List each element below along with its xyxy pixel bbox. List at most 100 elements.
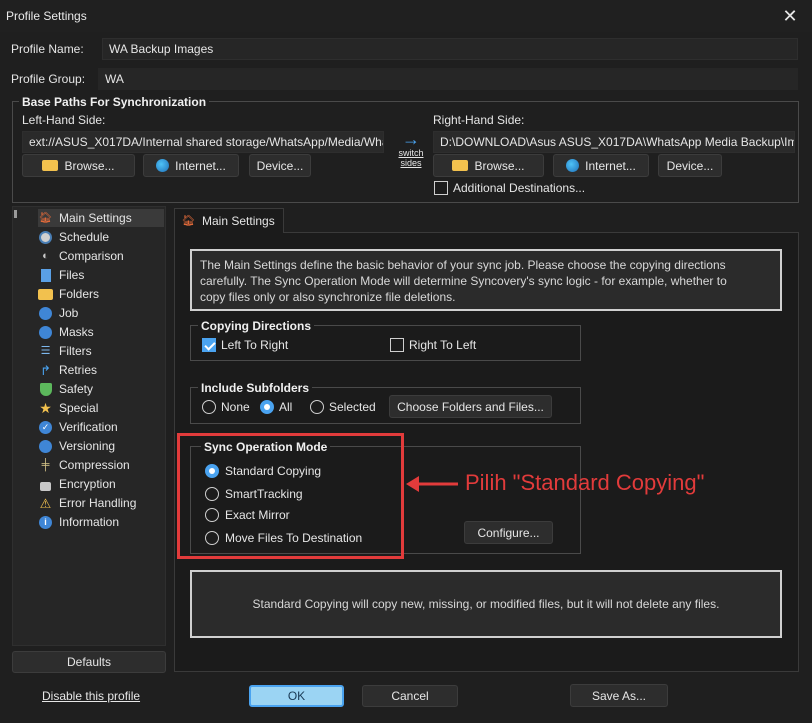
star-icon: ★ bbox=[39, 400, 52, 416]
defaults-button[interactable]: Defaults bbox=[12, 651, 166, 673]
profile-group-input[interactable]: WA bbox=[98, 68, 798, 90]
right-side-label: Right-Hand Side: bbox=[433, 113, 525, 127]
right-to-left-checkbox[interactable]: Right To Left bbox=[390, 338, 476, 352]
cancel-button[interactable]: Cancel bbox=[362, 685, 458, 707]
info-line: copy files only or also synchronize file… bbox=[200, 290, 456, 304]
configure-button[interactable]: Configure... bbox=[464, 521, 553, 544]
sidebar-item-schedule[interactable]: Schedule bbox=[38, 228, 109, 246]
switch-sides-button[interactable]: → switch sides bbox=[396, 130, 426, 176]
home-icon: 🏠︎ bbox=[181, 214, 196, 227]
right-device-button[interactable]: Device... bbox=[658, 154, 722, 177]
choose-folders-button[interactable]: Choose Folders and Files... bbox=[389, 395, 552, 418]
subfolders-selected-label: Selected bbox=[329, 400, 376, 414]
sidebar-item-error-handling[interactable]: ⚠ Error Handling bbox=[38, 494, 137, 512]
close-icon[interactable]: ✕ bbox=[779, 5, 801, 27]
sidebar-item-information[interactable]: i Information bbox=[38, 513, 119, 531]
sidebar-item-files[interactable]: Files bbox=[38, 266, 84, 284]
ok-button[interactable]: OK bbox=[249, 685, 344, 707]
subfolders-selected-radio[interactable]: Selected bbox=[310, 400, 376, 414]
info-line: The Main Settings define the basic behav… bbox=[200, 258, 726, 272]
right-internet-button[interactable]: Internet... bbox=[553, 154, 649, 177]
checkbox-box[interactable] bbox=[390, 338, 404, 352]
info-icon: i bbox=[38, 515, 53, 530]
copying-directions-title: Copying Directions bbox=[198, 319, 315, 333]
left-browse-button[interactable]: Browse... bbox=[22, 154, 135, 177]
sides-label: sides bbox=[400, 158, 422, 168]
sidebar-item-label: Retries bbox=[59, 363, 98, 377]
sidebar-item-masks[interactable]: Masks bbox=[38, 323, 94, 341]
left-internet-button[interactable]: Internet... bbox=[143, 154, 239, 177]
save-as-button[interactable]: Save As... bbox=[570, 684, 668, 707]
globe-icon bbox=[156, 159, 170, 172]
retries-icon: ↱ bbox=[40, 362, 51, 378]
subfolders-all-radio[interactable]: All bbox=[260, 400, 292, 414]
sidebar-item-label: Folders bbox=[59, 287, 100, 301]
left-side-label: Left-Hand Side: bbox=[22, 113, 106, 127]
tab-main-settings[interactable]: 🏠︎ Main Settings bbox=[174, 208, 284, 233]
subfolders-none-label: None bbox=[221, 400, 250, 414]
compression-icon: ╪ bbox=[41, 458, 50, 471]
sidebar-item-compression[interactable]: ╪ Compression bbox=[38, 456, 130, 474]
sidebar-item-filters[interactable]: ☰ Filters bbox=[38, 342, 92, 360]
sidebar-item-label: Compression bbox=[59, 458, 130, 472]
sidebar-item-safety[interactable]: Safety bbox=[38, 380, 93, 398]
sidebar-item-label: Information bbox=[59, 515, 120, 529]
tab-label: Main Settings bbox=[202, 214, 275, 228]
profile-group-label: Profile Group: bbox=[11, 72, 86, 86]
left-to-right-checkbox[interactable]: Left To Right bbox=[202, 338, 288, 352]
highlight-box bbox=[177, 433, 404, 559]
sidebar-item-label: Job bbox=[59, 306, 79, 320]
job-icon bbox=[38, 306, 53, 321]
folder-icon bbox=[42, 160, 59, 171]
left-device-button[interactable]: Device... bbox=[249, 154, 311, 177]
title-bar bbox=[0, 0, 812, 32]
sidebar-item-folders[interactable]: Folders bbox=[38, 285, 99, 303]
sidebar-item-versioning[interactable]: Versioning bbox=[38, 437, 115, 455]
sidebar-item-job[interactable]: Job bbox=[38, 304, 78, 322]
sidebar-item-label: Comparison bbox=[59, 249, 124, 263]
sidebar-item-encryption[interactable]: Encryption bbox=[38, 475, 116, 493]
left-path-input[interactable]: ext://ASUS_X017DA/Internal shared storag… bbox=[22, 131, 384, 153]
left-to-right-label: Left To Right bbox=[221, 338, 289, 352]
radio-circle[interactable] bbox=[310, 400, 324, 414]
sidebar-item-special[interactable]: ★ Special bbox=[38, 399, 98, 417]
check-icon: ✓ bbox=[38, 420, 53, 435]
sidebar-item-label: Error Handling bbox=[59, 496, 137, 510]
window-title: Profile Settings bbox=[6, 9, 87, 23]
mode-description-box: Standard Copying will copy new, missing,… bbox=[190, 570, 782, 638]
sidebar-item-label: Encryption bbox=[59, 477, 116, 491]
annotation-arrow-icon bbox=[406, 476, 458, 492]
sidebar-item-retries[interactable]: ↱ Retries bbox=[38, 361, 97, 379]
clock-icon bbox=[38, 230, 53, 245]
arrow-right-icon: → bbox=[402, 129, 420, 149]
sidebar-item-label: Versioning bbox=[59, 439, 116, 453]
right-browse-button[interactable]: Browse... bbox=[433, 154, 544, 177]
left-internet-label: Internet... bbox=[175, 158, 226, 173]
folder-icon bbox=[38, 287, 53, 302]
sidebar-item-main-settings[interactable]: 🏠︎ Main Settings bbox=[38, 209, 164, 227]
home-icon: 🏠︎ bbox=[38, 211, 53, 224]
subfolders-none-radio[interactable]: None bbox=[202, 400, 250, 414]
checkbox-box[interactable] bbox=[202, 338, 216, 352]
include-subfolders-title: Include Subfolders bbox=[198, 381, 313, 395]
shield-icon bbox=[38, 382, 53, 397]
additional-destinations-label: Additional Destinations... bbox=[453, 181, 586, 195]
right-browse-label: Browse... bbox=[474, 158, 525, 173]
checkbox-box[interactable] bbox=[434, 181, 448, 195]
right-internet-label: Internet... bbox=[585, 158, 636, 173]
switch-label: switch bbox=[398, 148, 424, 158]
additional-destinations-checkbox[interactable]: Additional Destinations... bbox=[434, 181, 585, 195]
disable-profile-link[interactable]: Disable this profile bbox=[42, 689, 140, 703]
sidebar-item-label: Schedule bbox=[59, 230, 110, 244]
filters-icon: ☰ bbox=[40, 344, 51, 357]
radio-circle[interactable] bbox=[260, 400, 274, 414]
sidebar-item-verification[interactable]: ✓ Verification bbox=[38, 418, 118, 436]
sidebar-item-label: Files bbox=[59, 268, 85, 282]
radio-circle[interactable] bbox=[202, 400, 216, 414]
profile-name-input[interactable]: WA Backup Images bbox=[102, 38, 798, 60]
right-path-input[interactable]: D:\DOWNLOAD\Asus ASUS_X017DA\WhatsApp Me… bbox=[433, 131, 795, 153]
versioning-icon bbox=[38, 439, 53, 454]
sidebar-item-comparison[interactable]: ◐ Comparison bbox=[38, 247, 124, 265]
profile-name-label: Profile Name: bbox=[11, 42, 84, 56]
right-to-left-label: Right To Left bbox=[409, 338, 477, 352]
